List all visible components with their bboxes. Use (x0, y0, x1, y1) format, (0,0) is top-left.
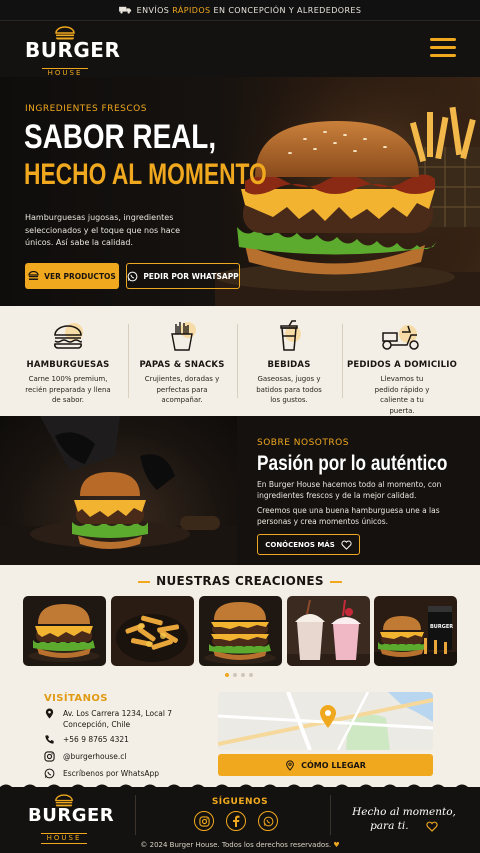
feature-delivery-title: PEDIDOS A DOMICILIO (346, 360, 458, 370)
feature-burgers-title: HAMBURGUESAS (26, 360, 110, 370)
phone-icon (45, 735, 54, 744)
address-row: Av. Los Carrera 1234, Local 7 Concepción… (44, 708, 183, 730)
feature-drinks: BEBIDAS Gaseosas, jugos y batidos para t… (229, 306, 349, 416)
creation-card-milkshakes[interactable] (287, 596, 370, 666)
whatsapp-icon (127, 271, 138, 281)
drink-icon (280, 320, 301, 351)
phone-text: +56 9 8765 4321 (63, 735, 129, 744)
features-section: HAMBURGUESAS Carne 100% premium, recién … (0, 306, 480, 416)
signature-line-1: Hecho al momento, (352, 806, 456, 818)
feature-fries-title: PAPAS & SNACKS (139, 360, 225, 370)
logo-text-burger: BURGER (25, 38, 121, 62)
get-directions-label: CÓMO LLEGAR (301, 760, 366, 770)
feature-delivery: PEDIDOS A DOMICILIO Llevamos tu pedido r… (342, 306, 462, 416)
banner-text-post: EN CONCEPCIÓN Y ALREDEDORES (213, 5, 362, 15)
feature-fries-text: Crujientes, doradas y perfectas para aco… (144, 375, 220, 404)
shipping-banner: ENVÍOS RÁPIDOS EN CONCEPCIÓN Y ALREDEDOR… (0, 0, 480, 21)
creation-card-classic-burger[interactable] (23, 596, 106, 666)
about-paragraph-1: En Burger House hacemos todo al momento,… (257, 480, 442, 500)
order-whatsapp-button[interactable]: PEDIR POR WHATSAPP (126, 263, 240, 289)
whatsapp-footer-icon (263, 816, 273, 826)
location-pin-icon (45, 708, 54, 719)
about-more-label: CONÓCENOS MÁS (265, 540, 335, 549)
about-more-button[interactable]: CONÓCENOS MÁS (257, 534, 360, 555)
menu-hamburger-button[interactable] (430, 38, 456, 60)
about-chef-image (0, 416, 237, 565)
whatsapp-text: Escríbenos por WhatsApp (63, 769, 160, 778)
hero-title-line1: SABOR REAL, (24, 118, 217, 156)
feature-fries: PAPAS & SNACKS Crujientes, doradas y per… (122, 306, 242, 416)
about-section: SOBRE NOSOTROS Pasión por lo auténtico E… (237, 416, 480, 565)
hero-eyebrow: INGREDIENTES FRESCOS (25, 104, 147, 114)
logo[interactable]: BURGER HOUSE (25, 26, 121, 79)
view-products-label: VER PRODUCTOS (44, 271, 116, 281)
carousel-dot-2[interactable] (233, 673, 237, 677)
fries-icon (171, 322, 196, 351)
carousel-dots (225, 673, 253, 677)
burger-icon (54, 323, 83, 349)
truck-icon (118, 6, 131, 14)
footer-signature: Hecho al momento, para ti. (344, 805, 464, 833)
feature-drinks-title: BEBIDAS (267, 360, 311, 370)
feature-burgers-text: Carne 100% premium, recién preparada y l… (25, 375, 111, 404)
footer-logo[interactable]: BURGER HOUSE (28, 794, 115, 844)
carousel-dot-4[interactable] (249, 673, 253, 677)
location-map[interactable] (218, 692, 433, 750)
visit-title: VISÍTANOS (44, 693, 108, 704)
chef-burger-illustration (0, 416, 237, 565)
banner-text-pre: ENVÍOS (136, 5, 170, 15)
instagram-text: @burgerhouse.cl (63, 752, 127, 761)
heart-outline-icon (426, 821, 438, 832)
get-directions-button[interactable]: CÓMO LLEGAR (218, 754, 433, 776)
footer-wave (0, 784, 480, 792)
creations-heading: NUESTRAS CREACIONES (0, 574, 480, 588)
phone-row[interactable]: +56 9 8765 4321 (44, 734, 129, 745)
order-whatsapp-label: PEDIR POR WHATSAPP (143, 271, 239, 281)
creation-card-loaded-fries[interactable] (111, 596, 194, 666)
footer-logo-burger: BURGER (28, 805, 115, 826)
instagram-link[interactable] (194, 811, 214, 831)
about-title: Pasión por lo auténtico (257, 452, 448, 475)
instagram-icon (44, 751, 55, 762)
instagram-footer-icon (198, 815, 210, 827)
creations-section: NUESTRAS CREACIONES BURGER (0, 565, 480, 683)
scooter-icon (382, 325, 419, 350)
facebook-link[interactable] (226, 811, 246, 831)
whatsapp-link[interactable] (258, 811, 278, 831)
footer-logo-house: HOUSE (40, 833, 88, 844)
creations-title: NUESTRAS CREACIONES (156, 574, 324, 588)
heart-icon (341, 540, 352, 550)
instagram-row[interactable]: @burgerhouse.cl (44, 751, 127, 762)
creation-card-double-burger[interactable] (199, 596, 282, 666)
carousel-dot-3[interactable] (241, 673, 245, 677)
feature-drinks-text: Gaseosas, jugos y batidos para todos los… (256, 375, 322, 404)
directions-pin-icon (286, 760, 294, 771)
feature-delivery-text: Llevamos tu pedido rápido y caliente a t… (374, 375, 430, 415)
about-eyebrow: SOBRE NOSOTROS (257, 438, 349, 448)
burger-small-icon (28, 271, 39, 281)
address-text: Av. Los Carrera 1234, Local 7 Concepción… (63, 709, 173, 729)
whatsapp-contact-icon (44, 768, 55, 779)
whatsapp-row[interactable]: Escríbenos por WhatsApp (44, 768, 159, 779)
hero-description: Hamburguesas jugosas, ingredientes selec… (25, 213, 180, 247)
small-heart-icon: ♥ (333, 841, 340, 849)
carousel-dot-1[interactable] (225, 673, 229, 677)
hero-title-line2: HECHO AL MOMENTO (24, 158, 267, 191)
svg-text:BURGER: BURGER (430, 624, 453, 630)
signature-line-2: para ti. (344, 819, 464, 833)
about-paragraph-2: Creemos que una buena hamburguesa une a … (257, 506, 440, 526)
feature-burgers: HAMBURGUESAS Carne 100% premium, recién … (8, 306, 128, 416)
banner-text-highlight: RÁPIDOS (172, 5, 211, 15)
facebook-icon (233, 815, 240, 827)
view-products-button[interactable]: VER PRODUCTOS (25, 263, 119, 289)
creation-card-combo[interactable]: BURGER (374, 596, 457, 666)
